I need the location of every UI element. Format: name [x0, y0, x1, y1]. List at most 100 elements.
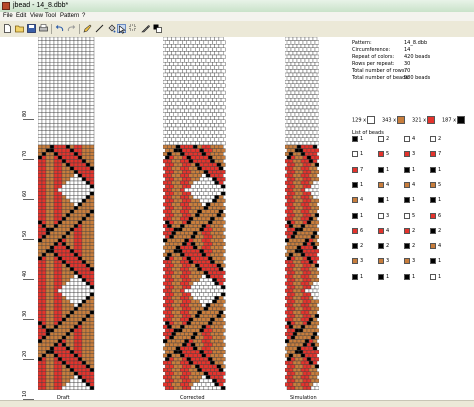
bead-cell	[203, 292, 209, 297]
bead-cell	[195, 328, 200, 333]
bead-cell	[286, 292, 292, 297]
new-file-icon[interactable]	[3, 24, 12, 33]
bead-cell	[57, 43, 63, 48]
bead-cell	[65, 202, 71, 207]
bead-cell	[220, 256, 226, 261]
menu-edit[interactable]: Edit	[16, 13, 26, 19]
bead-cell	[304, 231, 310, 236]
swap-icon[interactable]	[129, 24, 138, 33]
bead-cell	[163, 72, 168, 77]
bead-cell	[77, 83, 83, 88]
bead-cell	[49, 227, 55, 232]
bead-cell	[197, 288, 202, 293]
bead-cell	[49, 80, 55, 85]
bead-cell	[214, 123, 220, 128]
bead-cell	[210, 382, 215, 387]
bead-cell	[173, 126, 179, 131]
bead-cell	[285, 353, 290, 358]
bead-cell	[285, 51, 290, 56]
bead-cell	[210, 223, 215, 228]
bead-cell	[77, 259, 83, 264]
fill-icon[interactable]	[107, 24, 116, 33]
open-file-icon[interactable]	[15, 24, 24, 33]
bead-cell	[167, 346, 172, 351]
bead-cell	[73, 133, 79, 138]
menu-help[interactable]: ?	[82, 13, 85, 19]
pipette-icon[interactable]	[141, 24, 150, 33]
bead-cell	[163, 87, 168, 92]
bead-cell	[302, 364, 308, 369]
menu-pattern[interactable]: Pattern	[60, 13, 79, 19]
bead-cell	[169, 191, 174, 196]
bead-cell	[73, 105, 79, 110]
bead-cell	[218, 324, 224, 329]
bead-cell	[49, 263, 55, 268]
bead-cell	[61, 335, 67, 340]
bead-cell	[61, 126, 67, 131]
menu-tool[interactable]: Tool	[45, 13, 56, 19]
bead-cell	[214, 195, 220, 200]
bead-cell	[73, 112, 79, 117]
bead-cell	[192, 51, 198, 56]
bead-cell	[195, 249, 200, 254]
bead-cell	[216, 198, 222, 203]
bead-cell	[212, 277, 217, 282]
bead-cell	[89, 364, 95, 369]
print-icon[interactable]	[39, 24, 48, 33]
bead-cell	[81, 350, 87, 355]
bead-cell	[188, 101, 194, 106]
bead-cell	[38, 54, 43, 59]
bead-cell	[285, 332, 290, 337]
bead-cell	[300, 130, 306, 135]
bead-cell	[45, 166, 51, 171]
bead-cell	[197, 245, 202, 250]
menu-view[interactable]: View	[30, 13, 43, 19]
select-icon[interactable]	[117, 24, 126, 34]
bead-cell	[186, 357, 192, 362]
bead-cell	[192, 80, 198, 85]
bead-cell	[207, 371, 213, 376]
bead-cell	[216, 263, 222, 268]
bead-cell	[69, 375, 75, 380]
save-file-icon[interactable]	[27, 24, 36, 33]
bead-cell	[300, 72, 306, 77]
bead-cell	[190, 249, 196, 254]
bead-cell	[298, 350, 304, 355]
bead-cell	[220, 98, 226, 103]
bead-cell	[298, 133, 304, 138]
redo-icon[interactable]	[67, 24, 76, 33]
line-icon[interactable]	[95, 24, 104, 33]
bead-cell	[41, 209, 47, 214]
bead-cell	[199, 256, 205, 261]
bead-cell	[203, 213, 209, 218]
bead-list-item	[378, 258, 384, 265]
bead-cell	[57, 202, 63, 207]
bead-cell	[73, 202, 79, 207]
draft-view[interactable]	[38, 37, 96, 393]
bead-cell	[290, 191, 296, 196]
bead-cell	[61, 108, 67, 113]
bead-cell	[210, 288, 215, 293]
bead-cell	[197, 58, 202, 63]
color-swap-icon[interactable]	[153, 24, 162, 33]
pencil-icon[interactable]	[83, 24, 92, 33]
bead-cell	[65, 108, 71, 113]
bead-cell	[45, 177, 51, 182]
bead-cell	[205, 58, 211, 63]
corrected-view[interactable]	[163, 37, 227, 393]
simulation-view[interactable]	[285, 37, 319, 393]
undo-icon[interactable]	[55, 24, 64, 33]
info-label: Total number of rows:	[352, 68, 407, 74]
bead-cell	[214, 238, 220, 243]
bead-list-item	[430, 136, 436, 142]
bead-cell	[212, 234, 217, 239]
bead-cell	[171, 209, 177, 214]
bead-cell	[167, 353, 172, 358]
bead-cell	[216, 62, 222, 67]
bead-cell	[314, 112, 319, 117]
info-value: 980 beads	[404, 75, 431, 81]
bead-cell	[218, 115, 224, 120]
menu-file[interactable]: File	[3, 13, 13, 19]
bead-cell	[182, 198, 187, 203]
bead-cell	[41, 62, 47, 67]
